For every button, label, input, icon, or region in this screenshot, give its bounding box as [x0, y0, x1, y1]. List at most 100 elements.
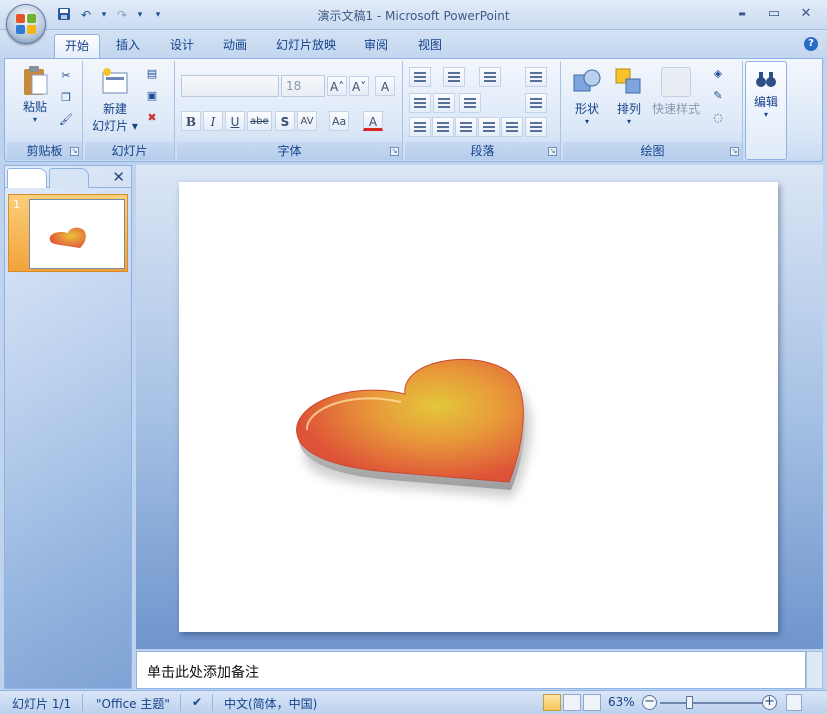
character-spacing-button[interactable]: AV [297, 111, 317, 131]
maximize-button[interactable]: ▭ [759, 4, 789, 24]
shape-outline-icon[interactable]: ✎ [709, 87, 727, 105]
decrease-indent-button[interactable] [409, 93, 431, 113]
underline-button[interactable]: U [225, 111, 245, 131]
font-launcher-icon[interactable]: ↘ [390, 147, 399, 156]
drawing-launcher-icon[interactable]: ↘ [730, 147, 739, 156]
slide-thumbnail[interactable]: 1 [8, 194, 128, 272]
numbering-button[interactable] [443, 67, 465, 87]
drawing-group: 形状 ▾ 排列 ▾ 快速样式 ◈ ✎ ◌ 绘图 ↘ [563, 61, 743, 160]
line-spacing-button[interactable] [479, 67, 501, 87]
strikethrough-button[interactable]: abe [247, 111, 272, 131]
zoom-out-button[interactable]: − [642, 695, 657, 710]
tab-slides-icon[interactable] [7, 168, 47, 188]
shape-effects-icon[interactable]: ◌ [709, 109, 727, 127]
fit-to-window-icon[interactable] [786, 694, 802, 711]
slide-canvas[interactable] [179, 182, 778, 632]
smartart-button[interactable] [525, 117, 547, 137]
slide-show-view-icon[interactable] [583, 694, 601, 711]
font-size-box[interactable]: 18 [281, 75, 325, 97]
arrange-icon [614, 67, 644, 97]
align-left-button[interactable] [409, 117, 431, 137]
delete-slide-icon[interactable]: ✖ [143, 109, 161, 127]
normal-view-icon[interactable] [543, 694, 561, 711]
office-button[interactable] [6, 4, 46, 44]
theme-name[interactable]: "Office 主题" [96, 695, 170, 712]
tab-outline-icon[interactable] [49, 168, 89, 188]
arrange-button[interactable]: 排列 ▾ [609, 67, 649, 126]
clear-format-button[interactable]: A [375, 76, 395, 96]
paste-dropdown-icon[interactable]: ▾ [11, 115, 59, 124]
shape-fill-icon[interactable]: ◈ [709, 65, 727, 83]
zoom-level[interactable]: 63% [608, 695, 635, 709]
quick-styles-button[interactable]: 快速样式 [649, 67, 703, 117]
shapes-label: 形状 [574, 102, 599, 116]
shapes-dropdown-icon[interactable]: ▾ [567, 117, 607, 126]
cut-icon[interactable]: ✂ [57, 67, 75, 85]
tab-animations[interactable]: 动画 [213, 34, 257, 58]
align-text-button[interactable] [525, 93, 547, 113]
zoom-slider-track[interactable] [660, 702, 764, 704]
tab-review[interactable]: 审阅 [354, 34, 398, 58]
tab-view[interactable]: 视图 [408, 34, 452, 58]
italic-button[interactable]: I [203, 111, 223, 131]
bold-button[interactable]: B [181, 111, 201, 131]
minimize-button[interactable]: ▬ [727, 4, 757, 24]
tab-slide-show[interactable]: 幻灯片放映 [266, 34, 346, 58]
clipboard-launcher-icon[interactable]: ↘ [70, 147, 79, 156]
quick-styles-label: 快速样式 [651, 102, 700, 116]
copy-icon[interactable]: ❐ [57, 89, 75, 107]
align-center-button[interactable] [432, 117, 454, 137]
editing-dropdown-icon[interactable]: ▾ [749, 110, 783, 119]
slides-pane: ✕ 1 [4, 165, 132, 689]
drawing-group-label: 绘图 [563, 142, 742, 160]
close-button[interactable]: ✕ [791, 4, 821, 24]
paragraph-group-label: 段落 [405, 142, 560, 160]
language-indicator[interactable]: 中文(简体，中国) [224, 695, 317, 712]
notes-pane[interactable]: 单击此处添加备注 [136, 651, 806, 689]
columns-button[interactable] [459, 93, 481, 113]
slide-sorter-view-icon[interactable] [563, 694, 581, 711]
layout-icon[interactable]: ▤ [143, 65, 161, 83]
zoom-in-button[interactable]: + [762, 695, 777, 710]
editing-button[interactable]: 编辑 ▾ [749, 68, 783, 119]
format-painter-icon[interactable]: 🖌 [57, 111, 75, 129]
new-slide-button[interactable]: 新建 幻灯片 ▾ [87, 67, 143, 134]
text-direction-button[interactable] [525, 67, 547, 87]
tab-home[interactable]: 开始 [54, 34, 101, 58]
spell-check-icon[interactable]: ✔ [192, 695, 202, 709]
slides-group-label: 幻灯片 [85, 142, 174, 160]
paragraph-group: 段落 ↘ [405, 61, 561, 160]
binoculars-icon [755, 68, 777, 90]
help-icon[interactable]: ? [804, 37, 818, 51]
justify-button[interactable] [478, 117, 500, 137]
shadow-button[interactable]: S [275, 111, 295, 131]
status-divider [82, 694, 83, 711]
paragraph-launcher-icon[interactable]: ↘ [548, 147, 557, 156]
font-color-button[interactable]: A [363, 111, 383, 131]
grow-font-button[interactable]: A˄ [327, 76, 348, 96]
align-right-button[interactable] [455, 117, 477, 137]
tab-insert[interactable]: 插入 [106, 34, 150, 58]
reset-icon[interactable]: ▣ [143, 87, 161, 105]
slide-counter: 幻灯片 1/1 [12, 697, 72, 711]
office-logo-icon [16, 14, 36, 34]
notes-scrollbar[interactable] [806, 651, 823, 689]
shrink-font-button[interactable]: A˅ [349, 76, 370, 96]
change-case-button[interactable]: Aa [329, 111, 350, 131]
arrange-dropdown-icon[interactable]: ▾ [609, 117, 649, 126]
distributed-button[interactable] [501, 117, 523, 137]
bullets-button[interactable] [409, 67, 431, 87]
font-group-label: 字体 [177, 142, 402, 160]
font-name-box[interactable] [181, 75, 279, 97]
pane-tabs: ✕ [5, 166, 131, 188]
zoom-slider-thumb[interactable] [686, 696, 693, 709]
quick-styles-icon [661, 67, 691, 97]
tab-design[interactable]: 设计 [160, 34, 204, 58]
heart-shape[interactable] [179, 182, 778, 632]
paste-button[interactable]: 粘贴 ▾ [11, 65, 59, 124]
shapes-button[interactable]: 形状 ▾ [567, 67, 607, 126]
clipboard-icon [20, 65, 50, 95]
increase-indent-button[interactable] [433, 93, 455, 113]
clipboard-group: 粘贴 ▾ ✂ ❐ 🖌 剪贴板 ↘ [7, 61, 83, 160]
close-pane-icon[interactable]: ✕ [112, 168, 125, 186]
